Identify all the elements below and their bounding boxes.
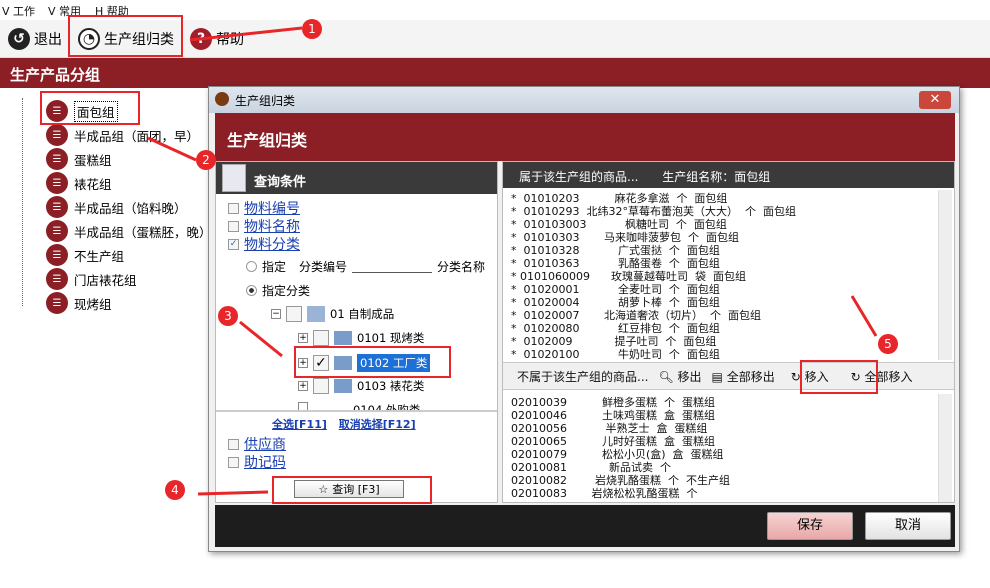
arrow-5	[850, 295, 878, 337]
arrow-4	[197, 490, 269, 496]
arrow-1	[189, 26, 303, 42]
arrow-3	[239, 320, 283, 358]
annotation-1: 1	[302, 19, 322, 39]
annotation-3: 3	[218, 306, 238, 326]
annotation-4: 4	[165, 480, 185, 500]
annotation-arrows	[147, 26, 878, 496]
annotation-2: 2	[196, 150, 216, 170]
arrow-2	[147, 136, 197, 162]
annotation-5: 5	[878, 334, 898, 354]
